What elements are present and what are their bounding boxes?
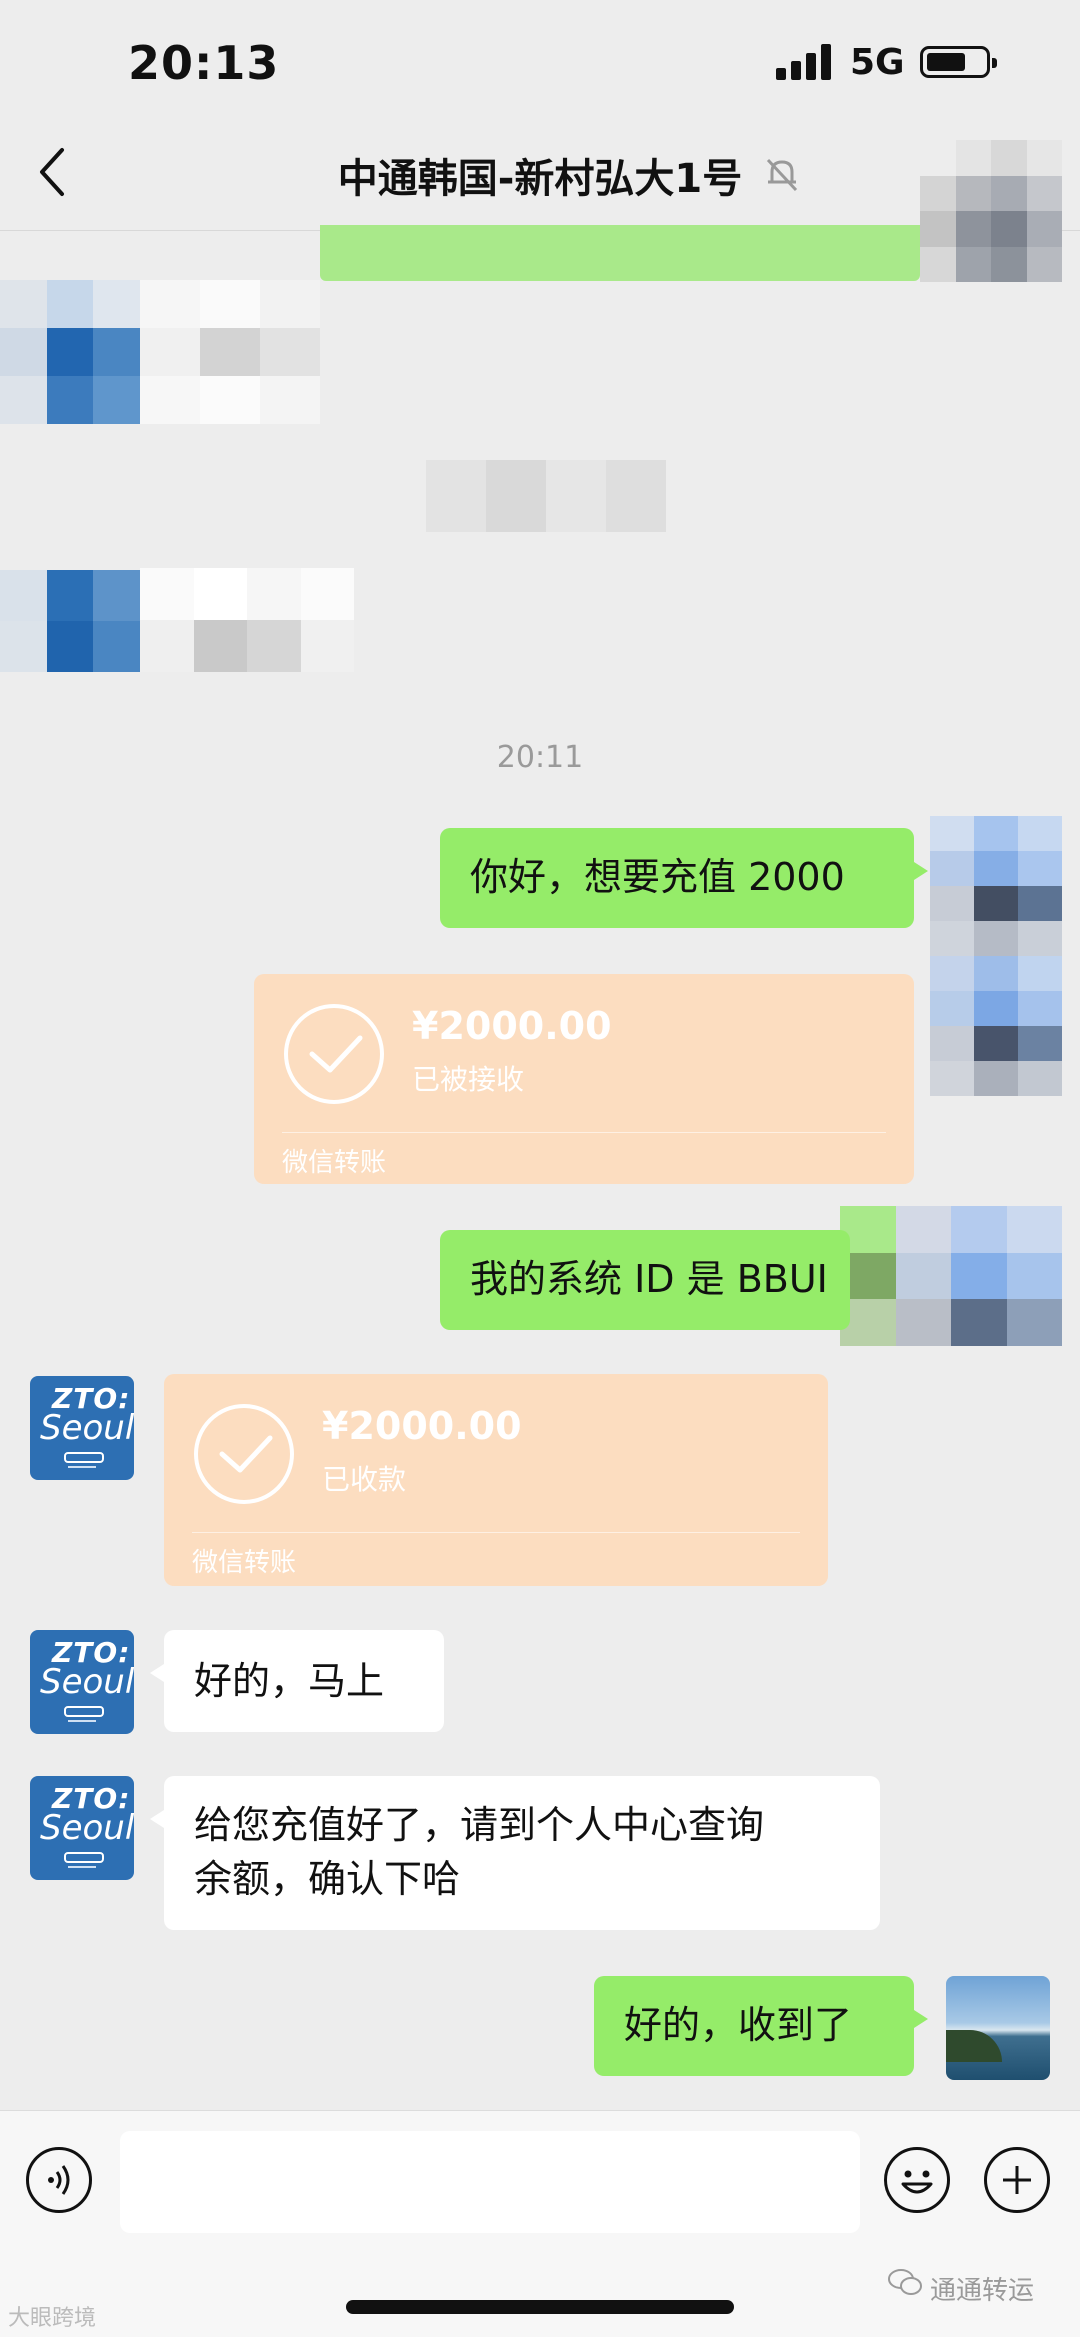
- battery-icon: [920, 46, 997, 78]
- contact-avatar[interactable]: ZTO: Seoul: [30, 1776, 134, 1880]
- transfer-status: 已收款: [322, 1463, 407, 1496]
- blurred-avatar: [0, 280, 140, 424]
- watermark-left: 大眼跨境: [8, 2306, 97, 2331]
- blurred-message: [320, 225, 920, 281]
- transfer-card-received[interactable]: ¥2000.00 已收款 微信转账: [164, 1374, 828, 1586]
- signal-icon: [776, 42, 836, 80]
- blurred-message: [140, 568, 354, 672]
- blurred-avatar: [0, 570, 140, 672]
- message-text: 我的系统 ID 是 BBUI: [470, 1257, 828, 1301]
- emoji-icon[interactable]: [884, 2147, 950, 2213]
- chat-bubble-received[interactable]: 好的，马上: [150, 1630, 444, 1732]
- transfer-amount: ¥2000.00: [322, 1404, 522, 1448]
- contact-avatar[interactable]: ZTO: Seoul: [30, 1376, 134, 1480]
- transfer-amount: ¥2000.00: [412, 1004, 612, 1048]
- contact-avatar[interactable]: ZTO: Seoul: [30, 1630, 134, 1734]
- check-icon: [284, 1004, 384, 1104]
- transfer-card-sent[interactable]: ¥2000.00 已被接收 微信转账: [254, 974, 914, 1184]
- status-bar: 20:13 5G: [0, 0, 1080, 120]
- message-timestamp: 20:11: [496, 740, 584, 775]
- voice-icon[interactable]: [26, 2147, 92, 2213]
- chat-bubble-sent[interactable]: 好的，收到了: [594, 1976, 928, 2076]
- wechat-icon: [888, 2269, 922, 2295]
- message-input[interactable]: [120, 2131, 860, 2233]
- check-icon: [194, 1404, 294, 1504]
- message-text: 你好，想要充值 2000: [470, 855, 845, 899]
- message-text: 好的，收到了: [624, 2003, 853, 2047]
- network-type: 5G: [850, 42, 905, 83]
- blurred-message: [140, 280, 320, 424]
- watermark-right: 通通转运: [930, 2276, 1035, 2306]
- user-avatar[interactable]: [946, 1976, 1050, 2080]
- chat-header: 中通韩国-新村弘大1号: [0, 120, 1080, 231]
- divider: [192, 1532, 800, 1533]
- status-time: 20:13: [128, 36, 280, 90]
- blurred-avatar: [920, 140, 1062, 282]
- home-indicator: [346, 2300, 734, 2314]
- chat-bubble-sent[interactable]: 你好，想要充值 2000: [440, 828, 928, 928]
- message-text: 好的，马上: [194, 1659, 385, 1703]
- chat-bubble-sent[interactable]: 我的系统 ID 是 BBUI: [440, 1230, 850, 1330]
- blurred-system-text: [426, 460, 666, 532]
- transfer-status: 已被接收: [412, 1063, 525, 1096]
- transfer-brand: 微信转账: [282, 1148, 387, 1178]
- blurred-avatar: [840, 1206, 1062, 1346]
- plus-icon[interactable]: [984, 2147, 1050, 2213]
- message-text-line: 给您充值好了，请到个人中心查询: [194, 1803, 765, 1847]
- transfer-brand: 微信转账: [192, 1548, 297, 1578]
- chat-title[interactable]: 中通韩国-新村弘大1号: [0, 146, 1080, 204]
- blurred-avatar: [930, 816, 1062, 1096]
- divider: [282, 1132, 886, 1133]
- mute-bell-icon: [762, 154, 802, 194]
- message-text-line: 余额，确认下哈: [194, 1857, 461, 1901]
- chat-bubble-received[interactable]: 给您充值好了，请到个人中心查询 余额，确认下哈: [150, 1776, 880, 1930]
